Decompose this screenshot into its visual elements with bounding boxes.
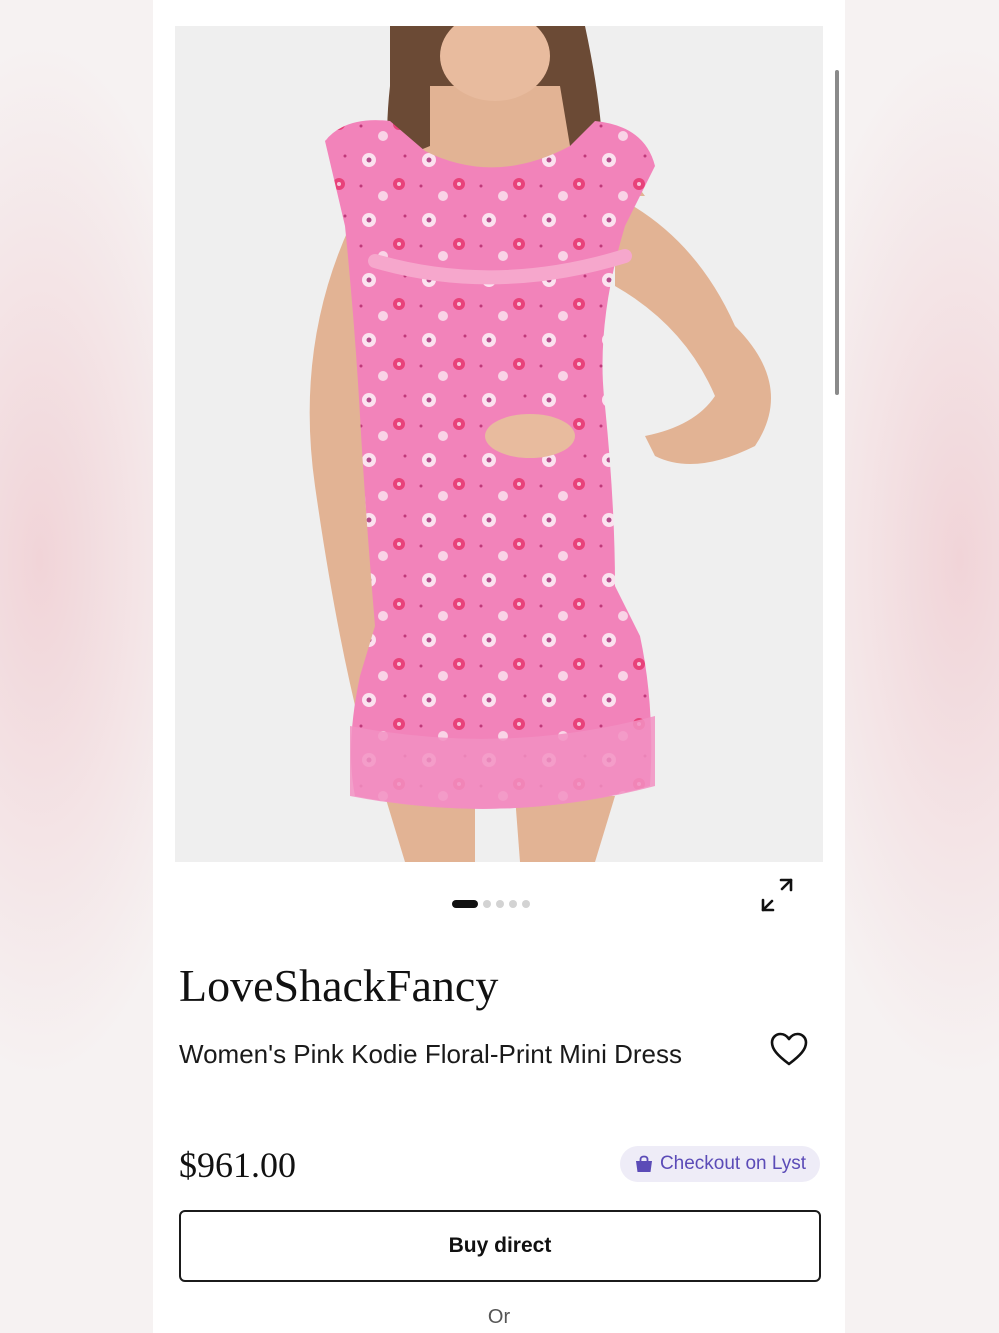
product-image[interactable] [175,26,823,862]
carousel-dot[interactable] [496,900,504,908]
carousel-dot[interactable] [522,900,530,908]
checkout-label: Checkout on Lyst [659,1153,807,1174]
product-screen: LoveShackFancy Women's Pink Kodie Floral… [153,0,845,1333]
or-divider: Or [487,1306,511,1328]
expand-icon[interactable] [757,876,797,916]
carousel-dot[interactable] [483,900,491,908]
carousel-dot[interactable] [509,900,517,908]
carousel-dots[interactable] [452,899,530,909]
product-price: $961.00 [179,1145,296,1185]
shopping-bag-icon [635,1155,652,1172]
carousel-dot-active[interactable] [452,900,478,908]
product-title: Women's Pink Kodie Floral-Print Mini Dre… [179,1039,682,1069]
dress-photo-illustration [175,26,823,862]
scrollbar[interactable] [835,70,839,395]
buy-direct-label: Buy direct [448,1234,552,1257]
heart-icon[interactable] [769,1030,809,1070]
brand-name[interactable]: LoveShackFancy [179,958,498,1014]
buy-direct-button[interactable]: Buy direct [179,1210,821,1282]
checkout-on-lyst-button[interactable]: Checkout on Lyst [620,1146,820,1182]
